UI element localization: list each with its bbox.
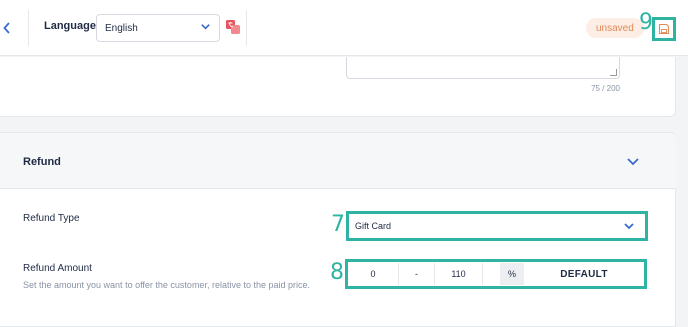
max-amount-cell [434, 263, 482, 285]
refund-type-select[interactable]: Gift Card [346, 211, 648, 241]
language-value: English [105, 22, 138, 34]
default-button[interactable]: DEFAULT [524, 263, 644, 285]
refund-amount-field: - % DEFAULT [345, 259, 647, 289]
step-number-8: 8 [330, 260, 344, 285]
language-label: Language [44, 20, 96, 32]
refund-amount-label: Refund Amount [23, 263, 92, 274]
top-bar: Language English unsaved 9 [0, 0, 688, 56]
back-chevron-icon[interactable] [0, 14, 14, 42]
resize-handle-icon[interactable] [610, 69, 617, 76]
step-number-9: 9 [639, 10, 653, 35]
percent-unit: % [500, 263, 524, 285]
refund-amount-help: Set the amount you want to offer the cus… [23, 280, 310, 290]
min-amount-input[interactable] [348, 269, 398, 279]
divider [246, 10, 247, 46]
save-button[interactable] [652, 17, 676, 41]
chevron-down-icon [623, 220, 635, 232]
collapse-chevron-icon[interactable] [625, 153, 641, 169]
range-separator: - [398, 263, 434, 285]
spacer [482, 263, 500, 285]
language-select[interactable]: English [96, 14, 220, 42]
divider [28, 10, 29, 46]
refund-title: Refund [23, 156, 61, 168]
refund-type-value: Gift Card [355, 221, 392, 231]
refund-header[interactable]: Refund [0, 133, 676, 189]
chevron-down-icon [200, 21, 211, 35]
character-counter: 75 / 200 [591, 84, 620, 93]
min-amount-cell [348, 263, 398, 285]
step-number-7: 7 [331, 212, 345, 237]
description-textarea[interactable] [346, 57, 620, 79]
max-amount-input[interactable] [435, 269, 482, 279]
save-icon [658, 23, 670, 35]
refund-type-label: Refund Type [23, 213, 80, 224]
translate-icon[interactable] [226, 20, 240, 34]
status-badge: unsaved [586, 18, 644, 38]
